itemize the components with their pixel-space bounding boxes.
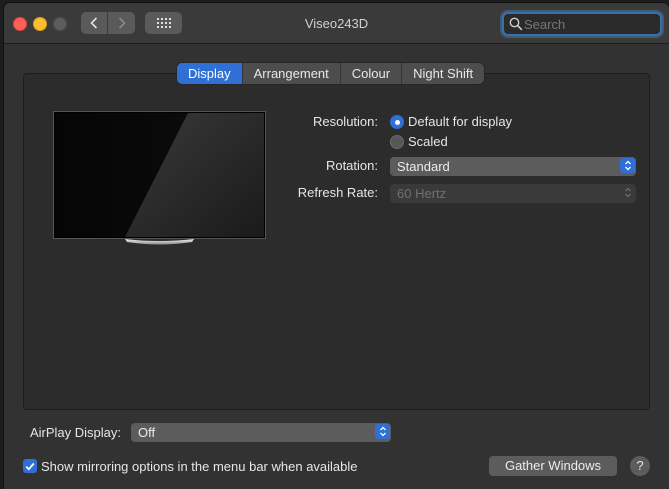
forward-chevron-icon bbox=[118, 17, 126, 29]
airplay-label: AirPlay Display: bbox=[29, 425, 121, 440]
airplay-popup[interactable]: Off bbox=[131, 423, 391, 442]
mirroring-checkbox[interactable] bbox=[23, 459, 37, 473]
help-button[interactable]: ? bbox=[630, 456, 650, 476]
refresh-rate-label: Refresh Rate: bbox=[297, 185, 378, 200]
monitor-icon bbox=[53, 111, 266, 245]
search-input[interactable] bbox=[524, 15, 656, 33]
gather-windows-button[interactable]: Gather Windows bbox=[489, 456, 617, 476]
checkmark-icon bbox=[25, 462, 35, 471]
back-chevron-icon bbox=[90, 17, 98, 29]
rotation-popup[interactable]: Standard bbox=[390, 157, 636, 176]
system-preferences-window: Viseo243D Search Resolution: Default for… bbox=[4, 3, 669, 489]
search-icon bbox=[509, 17, 523, 31]
show-all-button[interactable] bbox=[145, 12, 182, 34]
resolution-label: Resolution: bbox=[312, 114, 378, 129]
forward-button[interactable] bbox=[108, 12, 135, 34]
navigation-buttons bbox=[81, 12, 136, 34]
search-field[interactable] bbox=[502, 12, 662, 36]
mirroring-label[interactable]: Show mirroring options in the menu bar w… bbox=[41, 459, 358, 474]
refresh-rate-popup[interactable]: 60 Hertz bbox=[390, 184, 636, 203]
resolution-scaled-label[interactable]: Scaled bbox=[408, 134, 448, 149]
tab-bar: Display Arrangement Colour Night Shift bbox=[177, 63, 485, 84]
resolution-default-label[interactable]: Default for display bbox=[408, 114, 512, 129]
zoom-window-button[interactable] bbox=[53, 17, 67, 31]
grid-icon bbox=[156, 18, 171, 28]
display-panel: Resolution: Default for display Scaled R… bbox=[23, 73, 650, 410]
up-down-chevron-icon bbox=[620, 158, 635, 173]
resolution-scaled-radio[interactable] bbox=[390, 135, 404, 149]
minimize-window-button[interactable] bbox=[33, 17, 47, 31]
rotation-value: Standard bbox=[397, 159, 450, 174]
up-down-chevron-icon bbox=[375, 424, 390, 439]
tab-arrangement[interactable]: Arrangement bbox=[243, 63, 341, 84]
refresh-rate-value: 60 Hertz bbox=[397, 186, 447, 201]
tab-display[interactable]: Display bbox=[177, 63, 243, 84]
resolution-default-radio[interactable] bbox=[390, 115, 404, 129]
back-button[interactable] bbox=[81, 12, 108, 34]
close-window-button[interactable] bbox=[13, 17, 27, 31]
title-bar: Viseo243D bbox=[4, 3, 669, 44]
rotation-label: Rotation: bbox=[325, 158, 378, 173]
airplay-value: Off bbox=[138, 425, 156, 440]
up-down-chevron-icon bbox=[620, 185, 635, 200]
tab-colour[interactable]: Colour bbox=[341, 63, 403, 84]
tab-night-shift[interactable]: Night Shift bbox=[402, 63, 484, 84]
